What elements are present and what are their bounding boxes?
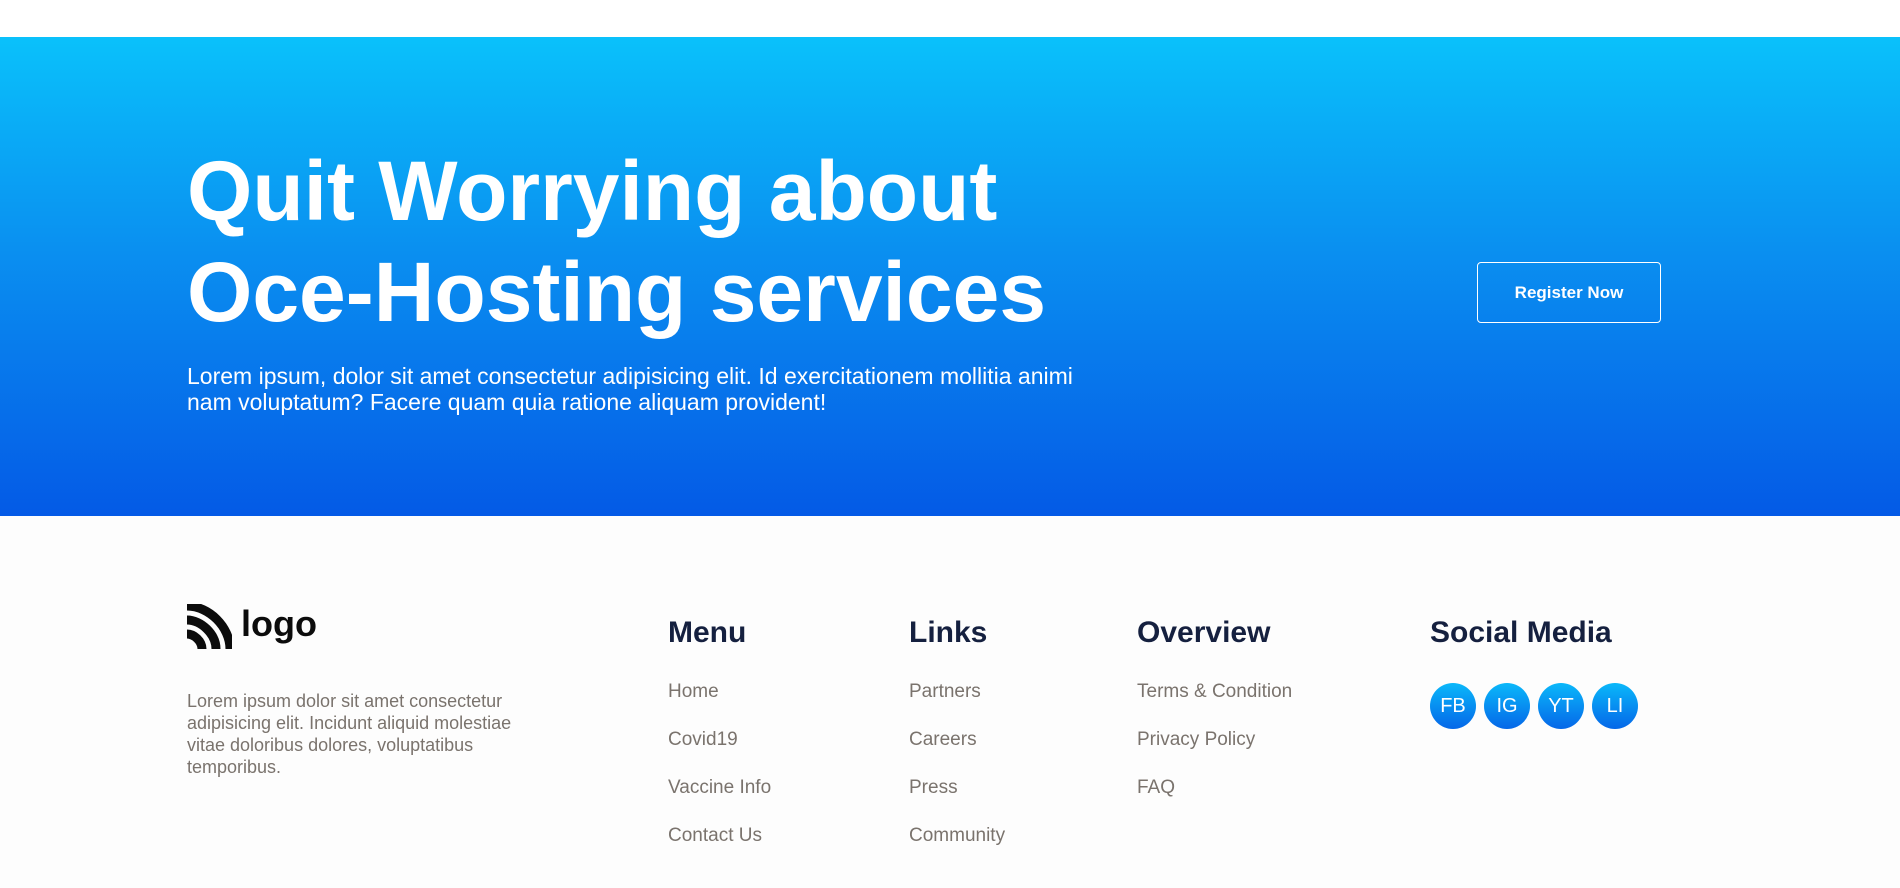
links-heading: Links — [909, 616, 988, 649]
hero-title-line-2: Oce-Hosting services — [187, 245, 1047, 339]
footer-links-column: Links Partners Careers Press Community — [909, 616, 1005, 873]
top-strip — [0, 0, 1900, 37]
links-link-press[interactable]: Press — [909, 777, 958, 798]
logo-icon — [187, 604, 232, 649]
hero-section: Quit Worrying about Oce-Hosting services… — [0, 37, 1900, 516]
overview-link-terms[interactable]: Terms & Condition — [1137, 681, 1292, 702]
links-link-careers[interactable]: Careers — [909, 729, 977, 750]
instagram-icon[interactable]: IG — [1484, 683, 1530, 729]
menu-link-contact-us[interactable]: Contact Us — [668, 825, 762, 846]
footer-description: Lorem ipsum dolor sit amet consectetur a… — [187, 691, 512, 777]
linkedin-icon[interactable]: LI — [1592, 683, 1638, 729]
footer-overview-column: Overview Terms & Condition Privacy Polic… — [1137, 616, 1292, 825]
links-link-partners[interactable]: Partners — [909, 681, 981, 702]
overview-heading: Overview — [1137, 616, 1271, 649]
footer-social-column: Social Media FB IG YT LI — [1430, 616, 1646, 729]
logo-text: logo — [241, 602, 317, 644]
overview-link-faq[interactable]: FAQ — [1137, 777, 1175, 798]
hero-description: Lorem ipsum, dolor sit amet consectetur … — [187, 363, 1073, 415]
hero-title: Quit Worrying about Oce-Hosting services — [187, 141, 1147, 343]
social-media-heading: Social Media — [1430, 616, 1612, 649]
menu-link-home[interactable]: Home — [668, 681, 719, 702]
hero-title-line-1: Quit Worrying about — [187, 144, 998, 238]
register-now-button[interactable]: Register Now — [1477, 262, 1661, 323]
social-icons-row: FB IG YT LI — [1430, 683, 1646, 729]
menu-link-covid19[interactable]: Covid19 — [668, 729, 738, 750]
youtube-icon[interactable]: YT — [1538, 683, 1584, 729]
overview-link-privacy-policy[interactable]: Privacy Policy — [1137, 729, 1255, 750]
menu-link-vaccine-info[interactable]: Vaccine Info — [668, 777, 771, 798]
logo[interactable]: logo — [187, 602, 317, 649]
facebook-icon[interactable]: FB — [1430, 683, 1476, 729]
menu-heading: Menu — [668, 616, 747, 649]
footer-menu-column: Menu Home Covid19 Vaccine Info Contact U… — [668, 616, 771, 873]
links-link-community[interactable]: Community — [909, 825, 1005, 846]
footer: logo Lorem ipsum dolor sit amet consecte… — [0, 516, 1900, 888]
